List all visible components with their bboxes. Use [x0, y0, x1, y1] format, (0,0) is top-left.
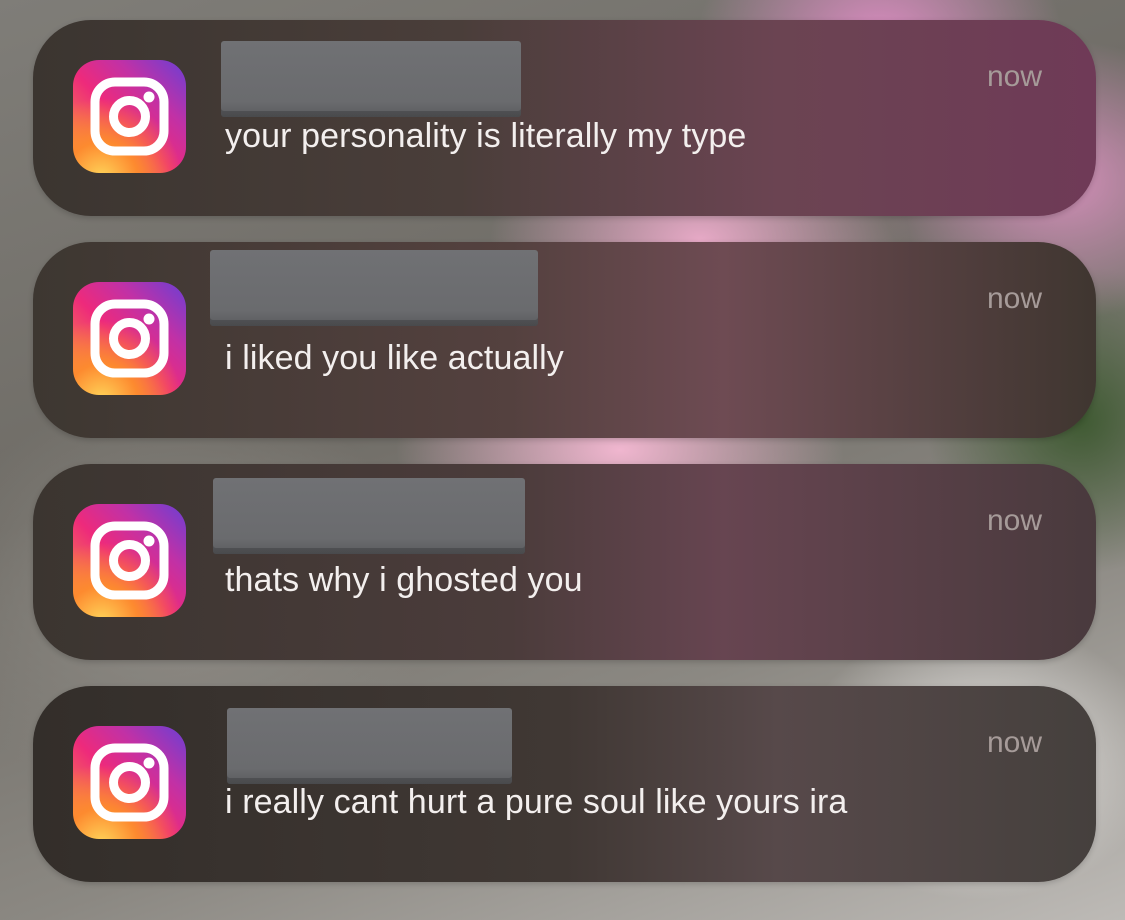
notification-time: now [986, 60, 1042, 93]
notification-time: now [986, 726, 1042, 759]
notification-time: now [986, 504, 1042, 537]
sender-name-redacted [221, 41, 521, 117]
instagram-icon [73, 504, 186, 617]
notification-stack: your personality is literally my type no… [0, 0, 1125, 920]
notification-message: i really cant hurt a pure soul like your… [225, 783, 848, 821]
sender-name-redacted [227, 708, 512, 784]
notification-time: now [986, 282, 1042, 315]
notification-card[interactable]: your personality is literally my type no… [33, 20, 1096, 216]
notification-message: thats why i ghosted you [225, 561, 583, 599]
notification-message: your personality is literally my type [225, 117, 747, 155]
notification-card[interactable]: i liked you like actually now [33, 242, 1096, 438]
instagram-icon [73, 726, 186, 839]
sender-name-redacted [210, 250, 538, 326]
instagram-icon [73, 60, 186, 173]
notification-message: i liked you like actually [225, 339, 564, 377]
notification-card[interactable]: i really cant hurt a pure soul like your… [33, 686, 1096, 882]
instagram-icon [73, 282, 186, 395]
sender-name-redacted [213, 478, 525, 554]
notification-card[interactable]: thats why i ghosted you now [33, 464, 1096, 660]
